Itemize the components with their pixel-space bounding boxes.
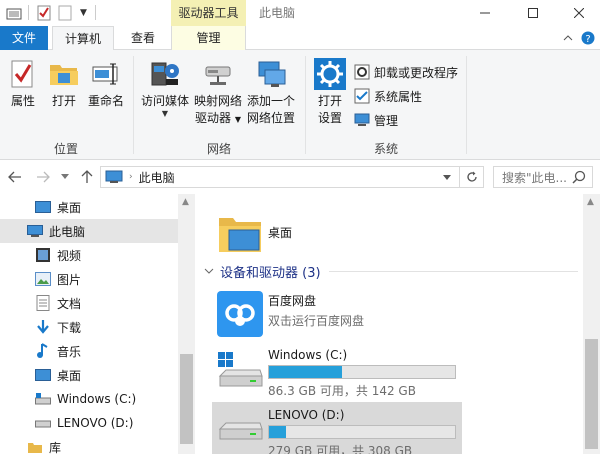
open-button[interactable]: 打开 <box>46 58 82 110</box>
baidu-netdisk-item[interactable]: 百度网盘 双击运行百度网盘 <box>212 286 462 342</box>
properties-qa-icon[interactable] <box>36 3 52 23</box>
open-settings-button[interactable]: 打开 设置 <box>310 58 350 127</box>
forward-button[interactable] <box>34 168 52 186</box>
refresh-icon[interactable] <box>459 167 483 187</box>
this-pc-icon <box>27 223 43 239</box>
baidu-netdisk-icon <box>216 290 264 338</box>
checklist-icon <box>354 88 370 104</box>
music-icon <box>35 343 51 359</box>
desktop-folder-item[interactable]: 桌面 <box>212 206 462 262</box>
minimize-button[interactable] <box>462 0 508 26</box>
location-group-label: 位置 <box>53 142 78 156</box>
properties-icon <box>7 58 39 90</box>
manage-button[interactable]: 管理 <box>354 110 398 130</box>
close-button[interactable] <box>556 0 600 26</box>
nav-item-pictures[interactable]: 图片 <box>0 267 178 291</box>
access-media-button[interactable]: 访问媒体 ▼ <box>138 58 192 118</box>
address-dropdown-icon[interactable] <box>439 167 455 187</box>
drive-c-usage-bar <box>268 365 456 379</box>
collapse-ribbon-icon[interactable] <box>560 30 576 46</box>
search-icon <box>572 170 586 187</box>
windows-drive-icon <box>216 346 264 394</box>
devices-group-header[interactable]: 设备和驱动器 (3) <box>204 262 578 281</box>
drive-d-usage-fill <box>269 426 286 438</box>
nav-item-documents[interactable]: 文档 <box>0 291 178 315</box>
ribbon: 属性 打开 重命名 位置 访问媒体 ▼ 映射网络 驱动器 ▼ 添加一个 网络位置 <box>0 50 600 160</box>
desktop-folder-icon <box>216 210 264 258</box>
new-folder-qa-icon[interactable] <box>58 3 72 23</box>
nav-item-drive-d[interactable]: LENOVO (D:) <box>0 411 178 435</box>
window-title: 此电脑 <box>259 6 296 20</box>
computer-manage-icon <box>354 112 370 128</box>
help-icon[interactable]: ? <box>580 30 596 46</box>
tab-file[interactable]: 文件 <box>0 26 48 50</box>
network-drive-icon <box>202 58 234 90</box>
documents-icon <box>35 295 51 311</box>
drive-icon <box>216 406 264 454</box>
uninstall-icon <box>354 64 370 80</box>
uninstall-programs-button[interactable]: 卸载或更改程序 <box>354 62 458 82</box>
window-icon[interactable] <box>6 3 22 23</box>
scroll-up-icon[interactable]: ▲ <box>587 197 594 207</box>
drive-icon <box>35 415 51 431</box>
chevron-down-icon <box>204 268 214 274</box>
title-bar: ▼ 驱动器工具 此电脑 <box>0 0 600 26</box>
tab-manage[interactable]: 管理 <box>171 26 246 50</box>
tab-view[interactable]: 查看 <box>118 26 168 50</box>
nav-item-videos[interactable]: 视频 <box>0 243 178 267</box>
rename-icon <box>90 58 122 90</box>
navigation-bar: › 此电脑 搜索"此电... <box>0 160 600 194</box>
drive-c-usage-fill <box>269 366 342 378</box>
network-group-label: 网络 <box>206 142 231 156</box>
rename-button[interactable]: 重命名 <box>86 58 126 110</box>
desktop-icon <box>35 199 51 215</box>
back-button[interactable] <box>6 168 24 186</box>
scrollbar-thumb[interactable] <box>585 339 598 449</box>
qa-customize-icon[interactable]: ▼ <box>80 3 87 23</box>
properties-button[interactable]: 属性 <box>6 58 40 110</box>
nav-item-desktop-2[interactable]: 桌面 <box>0 363 178 387</box>
scroll-up-icon[interactable]: ▲ <box>182 197 189 207</box>
navigation-scrollbar[interactable]: ▲ <box>178 194 195 454</box>
recent-locations-icon[interactable] <box>56 168 74 186</box>
nav-item-this-pc[interactable]: 此电脑 <box>0 219 178 243</box>
this-pc-icon <box>105 170 123 184</box>
address-path: 此电脑 <box>138 170 175 185</box>
libraries-icon <box>27 439 43 454</box>
nav-item-libraries[interactable]: 库 <box>0 435 178 454</box>
up-button[interactable] <box>78 168 96 186</box>
drive-d-usage-bar <box>268 425 456 439</box>
maximize-button[interactable] <box>510 0 556 26</box>
media-icon <box>149 58 181 90</box>
pictures-icon <box>35 271 51 287</box>
svg-text:?: ? <box>585 34 590 45</box>
drive-icon <box>35 391 51 407</box>
nav-item-desktop[interactable]: 桌面 <box>0 195 178 219</box>
address-bar[interactable]: › 此电脑 <box>100 166 484 188</box>
scrollbar-thumb[interactable] <box>180 354 193 444</box>
navigation-pane: 桌面 此电脑 视频 图片 文档 下载 音乐 桌面 Windows (C:) LE… <box>0 194 196 454</box>
system-group-label: 系统 <box>373 142 398 156</box>
search-input[interactable]: 搜索"此电... <box>493 166 593 188</box>
map-network-drive-button[interactable]: 映射网络 驱动器 ▼ <box>192 58 244 128</box>
system-properties-button[interactable]: 系统属性 <box>354 86 422 106</box>
tab-computer[interactable]: 计算机 <box>52 26 114 51</box>
content-pane: 桌面 设备和驱动器 (3) 百度网盘 双击运行百度网盘 Windows (C:)… <box>196 194 600 454</box>
gear-icon <box>314 58 346 90</box>
nav-item-drive-c[interactable]: Windows (C:) <box>0 387 178 411</box>
content-scrollbar[interactable]: ▲ <box>583 194 600 454</box>
desktop-icon <box>35 367 51 383</box>
drive-d-item[interactable]: LENOVO (D:) 279 GB 可用，共 308 GB <box>212 402 462 454</box>
add-network-location-button[interactable]: 添加一个 网络位置 <box>244 58 298 127</box>
open-folder-icon <box>48 58 80 90</box>
ribbon-tab-bar: 文件 计算机 查看 管理 ? <box>0 26 600 51</box>
drive-tools-header: 驱动器工具 <box>171 0 246 26</box>
nav-item-music[interactable]: 音乐 <box>0 339 178 363</box>
nav-item-downloads[interactable]: 下载 <box>0 315 178 339</box>
network-location-icon <box>255 58 287 90</box>
drive-c-item[interactable]: Windows (C:) 86.3 GB 可用，共 142 GB <box>212 342 462 398</box>
download-icon <box>35 319 51 335</box>
video-icon <box>35 247 51 263</box>
